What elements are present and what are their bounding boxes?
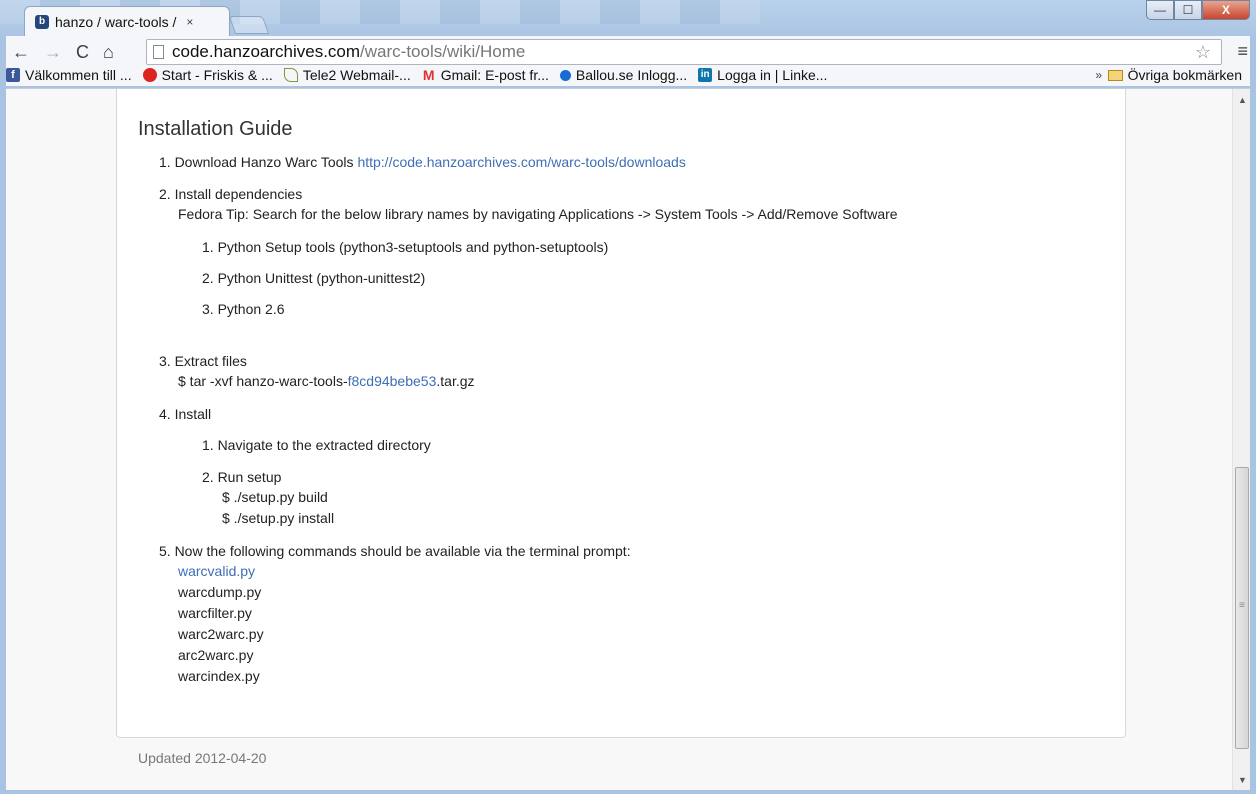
scroll-up-arrow-icon[interactable]: ▲ [1238, 95, 1247, 105]
updated-date: Updated 2012-04-20 [138, 750, 267, 766]
command-prefix: $ tar -xvf hanzo-warc-tools- [178, 373, 348, 389]
more-bookmarks-chevron-icon[interactable]: » [1095, 68, 1102, 82]
chrome-menu-icon[interactable]: ≡ [1237, 41, 1248, 62]
command-name: warcindex.py [178, 668, 260, 684]
bookmark-label: Ballou.se Inlogg... [575, 67, 688, 83]
command-name: warcdump.py [178, 584, 262, 600]
bookmark-item[interactable]: Ballou.se Inlogg... [559, 67, 688, 83]
step-text: 1. Download Hanzo Warc Tools [159, 154, 358, 170]
list-item: 1. Download Hanzo Warc Tools http://code… [159, 152, 686, 172]
list-item: 2. Install dependencies [159, 186, 303, 202]
nav-buttons: ← → C ⌂ [12, 40, 128, 64]
bookmark-label: Logga in | Linke... [717, 67, 828, 83]
browser-tab[interactable]: b hanzo / warc-tools / × [24, 6, 230, 36]
bookmark-label: Tele2 Webmail-... [302, 67, 411, 83]
window-controls: — ☐ X [1146, 0, 1250, 20]
linkedin-icon: in [698, 68, 713, 82]
code-line: $ tar -xvf hanzo-warc-tools-f8cd94bebe53… [178, 371, 475, 391]
tab-title: hanzo / warc-tools / [55, 13, 177, 30]
other-bookmarks[interactable]: Övriga bokmärken [1107, 67, 1242, 83]
command-name: warcfilter.py [178, 605, 252, 621]
bookmark-item[interactable]: f Välkommen till ... [6, 67, 132, 83]
bookmark-label: Välkommen till ... [25, 67, 132, 83]
facebook-icon: f [6, 68, 20, 82]
bookmark-label: Start - Friskis & ... [161, 67, 273, 83]
bookmarks-bar: f Välkommen till ... Start - Friskis & .… [6, 64, 1250, 86]
home-icon[interactable]: ⌂ [103, 42, 114, 63]
list-item: 3. Python 2.6 [202, 301, 285, 317]
minimize-button[interactable]: — [1146, 0, 1174, 20]
list-item: 5. Now the following commands should be … [159, 543, 631, 559]
gmail-icon: M [422, 67, 435, 83]
back-icon[interactable]: ← [12, 42, 30, 63]
bookmark-item[interactable]: M Gmail: E-post fr... [422, 67, 549, 83]
downloads-link[interactable]: http://code.hanzoarchives.com/warc-tools… [357, 154, 685, 170]
other-bookmarks-label: Övriga bokmärken [1127, 67, 1242, 83]
close-window-button[interactable]: X [1202, 0, 1250, 20]
ballou-icon [559, 69, 571, 81]
command-name: arc2warc.py [178, 647, 254, 663]
vertical-scrollbar[interactable]: ▲ ≡ ▼ [1232, 89, 1250, 790]
tele2-icon [283, 68, 298, 82]
new-tab-button[interactable] [228, 16, 270, 34]
changeset-link[interactable]: f8cd94bebe53 [348, 373, 437, 389]
url-host: code.hanzoarchives.com [172, 42, 361, 61]
reload-icon[interactable]: C [76, 42, 89, 63]
bookmark-label: Gmail: E-post fr... [440, 67, 549, 83]
command-name: warc2warc.py [178, 626, 264, 642]
list-item: 1. Navigate to the extracted directory [202, 437, 431, 453]
browser-window: b hanzo / warc-tools / × — ☐ X ← → C ⌂ c… [0, 0, 1256, 794]
friskis-icon [142, 68, 157, 82]
bookmark-item[interactable]: Tele2 Webmail-... [283, 67, 411, 83]
list-item: 2. Run setup [202, 469, 282, 485]
scrollbar-grip-icon: ≡ [1239, 600, 1245, 611]
bitbucket-icon: b [35, 14, 49, 29]
forward-icon[interactable]: → [44, 42, 62, 63]
list-item: 2. Python Unittest (python-unittest2) [202, 270, 426, 286]
bookmark-star-icon[interactable]: ☆ [1195, 42, 1211, 63]
code-line: $ ./setup.py install [222, 510, 335, 526]
page-icon [153, 45, 164, 59]
warcvalid-link[interactable]: warcvalid.py [178, 561, 255, 581]
page-viewport: Installation Guide 1. Download Hanzo War… [6, 88, 1250, 790]
list-item: 1. Python Setup tools (python3-setuptool… [202, 239, 609, 255]
folder-icon [1107, 69, 1123, 81]
fedora-tip: Fedora Tip: Search for the below library… [178, 206, 898, 222]
url-path: /warc-tools/wiki/Home [360, 42, 526, 61]
address-bar[interactable]: code.hanzoarchives.com /warc-tools/wiki/… [146, 39, 1222, 65]
maximize-button[interactable]: ☐ [1174, 0, 1202, 20]
list-item: 3. Extract files [159, 353, 247, 369]
bookmark-item[interactable]: Start - Friskis & ... [142, 67, 273, 83]
scrollbar-thumb[interactable]: ≡ [1235, 467, 1249, 749]
code-line: $ ./setup.py build [222, 489, 328, 505]
command-suffix: .tar.gz [436, 373, 475, 389]
scroll-down-arrow-icon[interactable]: ▼ [1238, 775, 1247, 785]
bookmark-item[interactable]: in Logga in | Linke... [698, 67, 827, 83]
tab-close-icon[interactable]: × [186, 15, 193, 29]
title-bar: b hanzo / warc-tools / × — ☐ X [0, 0, 1256, 36]
page-title: Installation Guide [138, 118, 293, 140]
wiki-content-card: Installation Guide 1. Download Hanzo War… [116, 89, 1126, 738]
list-item: 4. Install [159, 406, 212, 422]
